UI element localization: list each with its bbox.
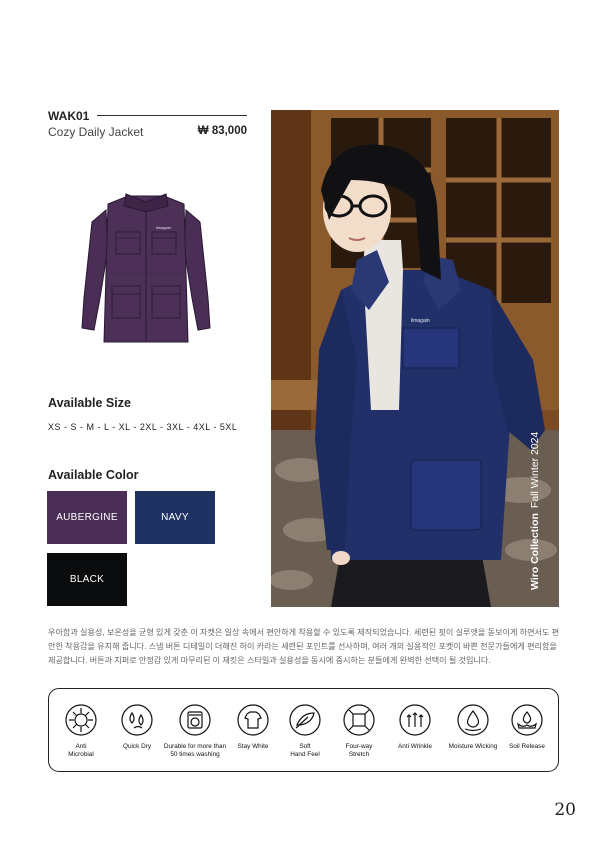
anti-wrinkle-icon [398, 703, 432, 737]
page-number: 20 [554, 800, 576, 820]
soil-release-icon [510, 703, 544, 737]
feather-icon [288, 703, 322, 737]
feature-label: Soil Release [509, 743, 545, 750]
features-panel: Anti Microbial Quick Dry Durable for mor… [48, 688, 559, 772]
feature-label: Anti Microbial [68, 743, 94, 758]
feature-label: Anti Wrinkle [398, 743, 432, 750]
feature-item: Soil Release [495, 703, 559, 751]
moisture-wicking-icon [456, 703, 490, 737]
feature-item: Durable for more than 50 times washing [163, 703, 227, 759]
color-swatch-black[interactable]: BLACK [47, 553, 127, 606]
feature-item: Four-way Stretch [327, 703, 391, 759]
product-code: WAK01 [48, 109, 90, 123]
product-name: Cozy Daily Jacket [48, 125, 144, 139]
product-description: 우아함과 실용성, 보온성을 균형 있게 갖춘 이 자켓은 일상 속에서 편안하… [48, 628, 560, 665]
header-rule [97, 115, 247, 116]
size-list: XS - S - M - L - XL - 2XL - 3XL - 4XL - … [48, 422, 238, 432]
available-color-title: Available Color [48, 468, 139, 482]
stretch-icon [342, 703, 376, 737]
feature-item: Anti Microbial [49, 703, 113, 759]
feature-label: Durable for more than 50 times washing [163, 743, 227, 758]
model-photo: ilmagain Wiro Collection Fall Winter 2024 [271, 110, 559, 607]
color-swatch-label: NAVY [161, 512, 189, 523]
jacket-logo-photo: ilmagain [411, 318, 430, 324]
color-swatch-aubergine[interactable]: AUBERGINE [47, 491, 127, 544]
color-swatch-label: AUBERGINE [56, 512, 118, 523]
feature-label: Four-way Stretch [345, 743, 373, 758]
feature-item: Quick Dry [105, 703, 169, 751]
collection-name: Wiro Collection [529, 513, 541, 590]
washing-machine-icon [178, 703, 212, 737]
jacket-logo: ilmagain [156, 225, 171, 230]
color-swatch-label: BLACK [69, 574, 105, 585]
color-swatch-navy[interactable]: NAVY [135, 491, 215, 544]
available-size-title: Available Size [48, 396, 131, 410]
quick-dry-icon [120, 703, 154, 737]
stay-white-icon [236, 703, 270, 737]
anti-microbial-icon [64, 703, 98, 737]
feature-label: Quick Dry [122, 743, 152, 750]
jacket-flat-illustration: ilmagain [78, 188, 214, 348]
feature-item: Anti Wrinkle [383, 703, 447, 751]
collection-season: Fall Winter 2024 [529, 431, 541, 509]
product-price: ₩ 83,000 [197, 125, 247, 137]
